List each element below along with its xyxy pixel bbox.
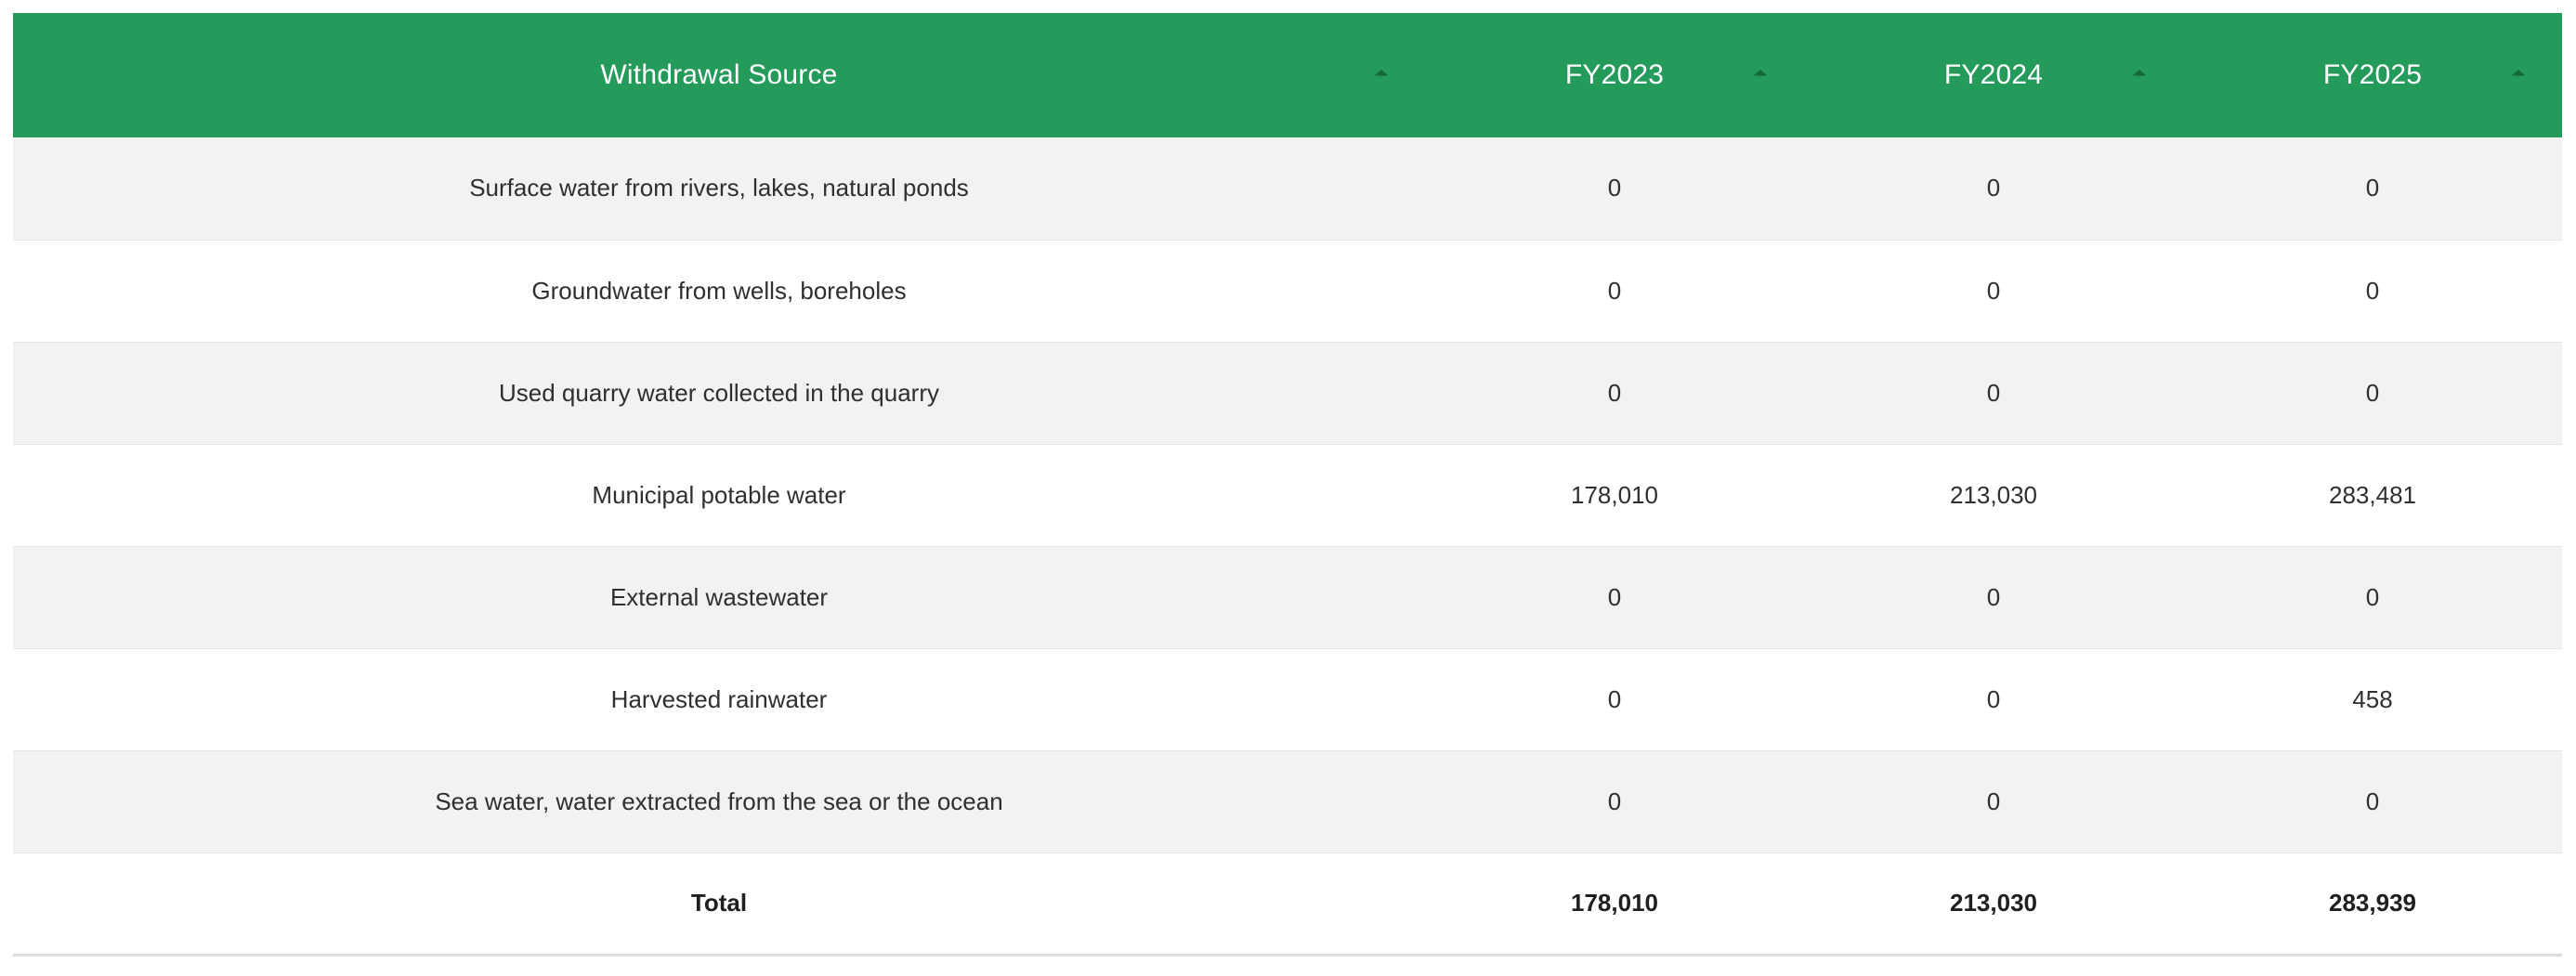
column-header-label: FY2024 bbox=[1943, 59, 2044, 90]
total-fy2025: 283,939 bbox=[2329, 889, 2416, 917]
cell-fy2025: 0 bbox=[2365, 276, 2380, 305]
column-header-fy2023[interactable]: FY2023 bbox=[1425, 13, 1804, 137]
cell-fy2023: 0 bbox=[1607, 276, 1622, 305]
cell-fy2023: 0 bbox=[1607, 787, 1622, 815]
table-row: Groundwater from wells, boreholes 0 0 0 bbox=[13, 240, 2562, 342]
cell-source: Sea water, water extracted from the sea … bbox=[435, 787, 1003, 815]
cell-fy2025: 458 bbox=[2352, 684, 2393, 713]
cell-fy2024: 0 bbox=[1986, 582, 2001, 611]
cell-fy2023: 0 bbox=[1607, 378, 1622, 407]
cell-source: Surface water from rivers, lakes, natura… bbox=[469, 174, 969, 202]
cell-source: Groundwater from wells, boreholes bbox=[531, 276, 907, 305]
cell-fy2023: 0 bbox=[1607, 582, 1622, 611]
table-row: Municipal potable water 178,010 213,030 … bbox=[13, 444, 2562, 546]
cell-fy2025: 283,481 bbox=[2329, 480, 2416, 509]
table-total-row: Total 178,010 213,030 283,939 bbox=[13, 852, 2562, 955]
cell-fy2025: 0 bbox=[2365, 174, 2380, 202]
cell-fy2024: 213,030 bbox=[1950, 480, 2037, 509]
cell-fy2024: 0 bbox=[1986, 276, 2001, 305]
cell-fy2023: 178,010 bbox=[1571, 480, 1658, 509]
table-header-row: Withdrawal Source FY2023 FY2024 FY2025 bbox=[13, 13, 2562, 137]
sort-icon[interactable] bbox=[2512, 70, 2525, 77]
total-label: Total bbox=[690, 889, 748, 917]
water-withdrawal-table: Withdrawal Source FY2023 FY2024 FY2025 S… bbox=[13, 13, 2562, 956]
sort-icon[interactable] bbox=[1754, 70, 1767, 77]
cell-fy2025: 0 bbox=[2365, 378, 2380, 407]
table-row: Used quarry water collected in the quarr… bbox=[13, 342, 2562, 444]
cell-fy2023: 0 bbox=[1607, 174, 1622, 202]
sort-icon[interactable] bbox=[1375, 70, 1388, 77]
cell-fy2024: 0 bbox=[1986, 174, 2001, 202]
column-header-label: Withdrawal Source bbox=[600, 59, 838, 90]
column-header-label: FY2023 bbox=[1564, 59, 1665, 90]
cell-source: Used quarry water collected in the quarr… bbox=[498, 378, 939, 407]
sort-icon[interactable] bbox=[2133, 70, 2146, 77]
cell-source: External wastewater bbox=[609, 582, 829, 611]
total-fy2024: 213,030 bbox=[1950, 889, 2037, 917]
table-row: Harvested rainwater 0 0 458 bbox=[13, 648, 2562, 750]
table-row: Surface water from rivers, lakes, natura… bbox=[13, 137, 2562, 240]
cell-fy2023: 0 bbox=[1607, 684, 1622, 713]
table-row: External wastewater 0 0 0 bbox=[13, 546, 2562, 648]
column-header-fy2025[interactable]: FY2025 bbox=[2183, 13, 2562, 137]
table-row: Sea water, water extracted from the sea … bbox=[13, 750, 2562, 852]
cell-fy2025: 0 bbox=[2365, 787, 2380, 815]
cell-source: Municipal potable water bbox=[592, 480, 846, 509]
cell-fy2025: 0 bbox=[2365, 582, 2380, 611]
column-header-fy2024[interactable]: FY2024 bbox=[1804, 13, 2183, 137]
water-withdrawal-table-container: Withdrawal Source FY2023 FY2024 FY2025 S… bbox=[13, 13, 2562, 956]
cell-fy2024: 0 bbox=[1986, 787, 2001, 815]
cell-source: Harvested rainwater bbox=[610, 684, 828, 713]
total-fy2023: 178,010 bbox=[1571, 889, 1658, 917]
cell-fy2024: 0 bbox=[1986, 684, 2001, 713]
cell-fy2024: 0 bbox=[1986, 378, 2001, 407]
column-header-label: FY2025 bbox=[2322, 59, 2423, 90]
column-header-withdrawal-source[interactable]: Withdrawal Source bbox=[13, 13, 1425, 137]
